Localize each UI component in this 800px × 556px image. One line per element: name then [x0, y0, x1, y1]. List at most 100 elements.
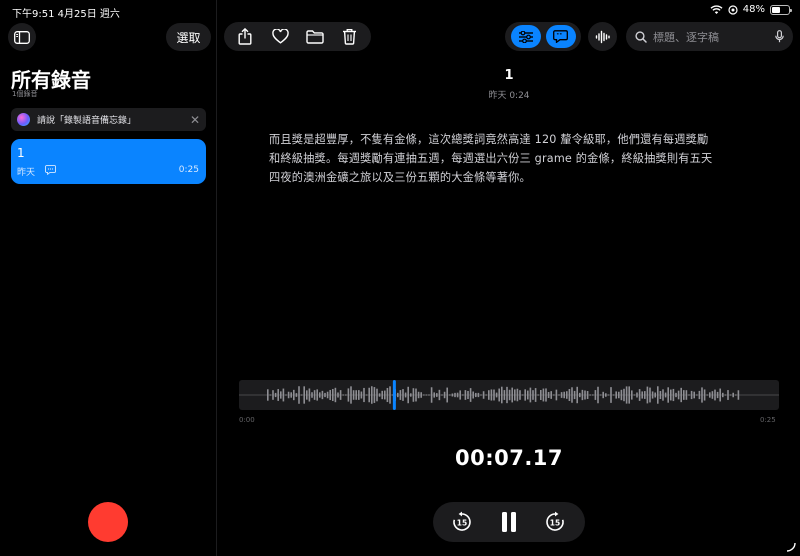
- waveform-bar: [735, 394, 737, 396]
- waveform-bar: [423, 394, 425, 396]
- waveform-bar: [363, 387, 365, 403]
- waveform-bar: [657, 386, 659, 404]
- waveform-bar: [493, 389, 495, 401]
- waveform-bar: [306, 390, 308, 400]
- search-icon: [635, 30, 647, 43]
- waveform-bar: [586, 391, 589, 399]
- microphone-icon[interactable]: [775, 30, 784, 43]
- waveform-bar: [464, 390, 467, 400]
- waveform-bar: [659, 390, 662, 400]
- waveform-bar: [508, 389, 511, 401]
- waveform-bar: [636, 392, 638, 398]
- waveform-bar: [571, 387, 573, 403]
- waveform-bar: [475, 392, 477, 398]
- waveform-bar: [272, 390, 274, 400]
- waveform-bar: [277, 389, 279, 401]
- waveform-bar: [607, 394, 610, 396]
- waveform-bar: [329, 389, 331, 401]
- waveform-bar: [269, 394, 272, 396]
- waveform-bar: [443, 391, 446, 399]
- recording-list-item[interactable]: 1 昨天 0:25: [11, 139, 206, 184]
- waveform-bar: [568, 389, 571, 401]
- timeline-end-time: 0:25: [760, 416, 776, 424]
- waveform-scrubber[interactable]: [239, 380, 779, 410]
- waveform-bar: [729, 394, 732, 396]
- siri-tip-banner[interactable]: 請說「錄製語音備忘錄」 ✕: [11, 108, 206, 131]
- transcript-text[interactable]: 而且獎是超豐厚，不隻有金條，這次總獎詞竟然高達 120 釐令級耶，他們還有每週獎…: [269, 130, 719, 187]
- waveform-bar: [696, 394, 698, 396]
- waveform-bar: [620, 389, 623, 401]
- pause-button[interactable]: [497, 510, 521, 534]
- playhead[interactable]: [392, 380, 396, 410]
- waveform-bar: [467, 390, 469, 400]
- waveform-bar: [482, 391, 485, 399]
- waveform-bar: [420, 392, 422, 398]
- waveform-bar: [550, 391, 552, 399]
- waveform-bar: [628, 386, 630, 404]
- waveform-bar: [350, 386, 352, 404]
- waveform-bar: [326, 391, 329, 399]
- search-field[interactable]: 標題、逐字稿: [626, 22, 793, 51]
- share-button[interactable]: [233, 25, 257, 49]
- waveform-bar: [358, 390, 360, 400]
- waveform-bar: [521, 394, 524, 396]
- sidebar-toggle-button[interactable]: [8, 23, 36, 51]
- siri-icon: [17, 113, 30, 126]
- skip-forward-button[interactable]: 15: [543, 510, 567, 534]
- waveform-bar: [631, 390, 633, 400]
- waveform-bar: [579, 392, 581, 398]
- waveform-bar: [339, 390, 342, 400]
- waveform-bar: [352, 390, 355, 400]
- waveform-bar: [675, 392, 677, 398]
- waveform-bar: [433, 392, 435, 398]
- waveform-bar: [685, 390, 688, 400]
- waveform-bar: [563, 391, 565, 399]
- waveform-bar: [446, 387, 448, 403]
- waveform-view-button[interactable]: [588, 22, 617, 51]
- waveform-bar: [701, 387, 703, 403]
- waveform-bar: [290, 392, 292, 398]
- waveform-bar: [599, 394, 602, 396]
- waveform-bar: [540, 389, 542, 401]
- waveform-bar: [454, 392, 456, 398]
- skip-forward-label: 15: [550, 519, 560, 528]
- waveform-bar: [722, 392, 724, 398]
- record-button[interactable]: [88, 502, 128, 542]
- waveform-bar: [727, 390, 729, 400]
- waveform-bar: [581, 389, 584, 401]
- delete-button[interactable]: [338, 25, 362, 49]
- waveform-bar: [690, 390, 693, 400]
- waveform-bar: [529, 387, 532, 403]
- transcript-bubble-icon: [553, 30, 568, 43]
- waveform-bar: [677, 390, 680, 400]
- action-toolbar: [224, 22, 371, 51]
- sidebar-icon: [14, 30, 30, 44]
- waveform-bar: [542, 388, 545, 402]
- transcript-button[interactable]: [545, 25, 576, 48]
- waveform-bar: [300, 394, 303, 396]
- waveform-bar: [456, 392, 459, 398]
- sliders-icon: [518, 30, 533, 43]
- waveform-bar: [724, 394, 727, 396]
- close-icon[interactable]: ✕: [190, 114, 200, 126]
- waveform-bar: [602, 391, 604, 399]
- resize-handle-icon[interactable]: [786, 542, 796, 552]
- edit-settings-button[interactable]: [510, 25, 541, 48]
- waveform-bar: [524, 389, 526, 401]
- recording-title[interactable]: 1: [218, 68, 800, 83]
- favorite-button[interactable]: [268, 25, 292, 49]
- waveform-bar: [308, 388, 311, 402]
- waveform-bar: [490, 389, 493, 401]
- waveform-bar: [428, 394, 430, 396]
- waveform-bar: [415, 388, 417, 402]
- waveform-bar: [384, 390, 386, 400]
- waveform-bar: [506, 386, 508, 404]
- waveform-bar: [612, 394, 615, 396]
- waveform-bar: [389, 386, 391, 404]
- waveform-bar: [651, 391, 654, 399]
- skip-back-button[interactable]: 15: [450, 510, 474, 534]
- waveform-bar: [381, 390, 383, 400]
- move-to-folder-button[interactable]: [303, 25, 327, 49]
- waveform-bar: [267, 389, 269, 401]
- select-button[interactable]: 選取: [166, 23, 211, 51]
